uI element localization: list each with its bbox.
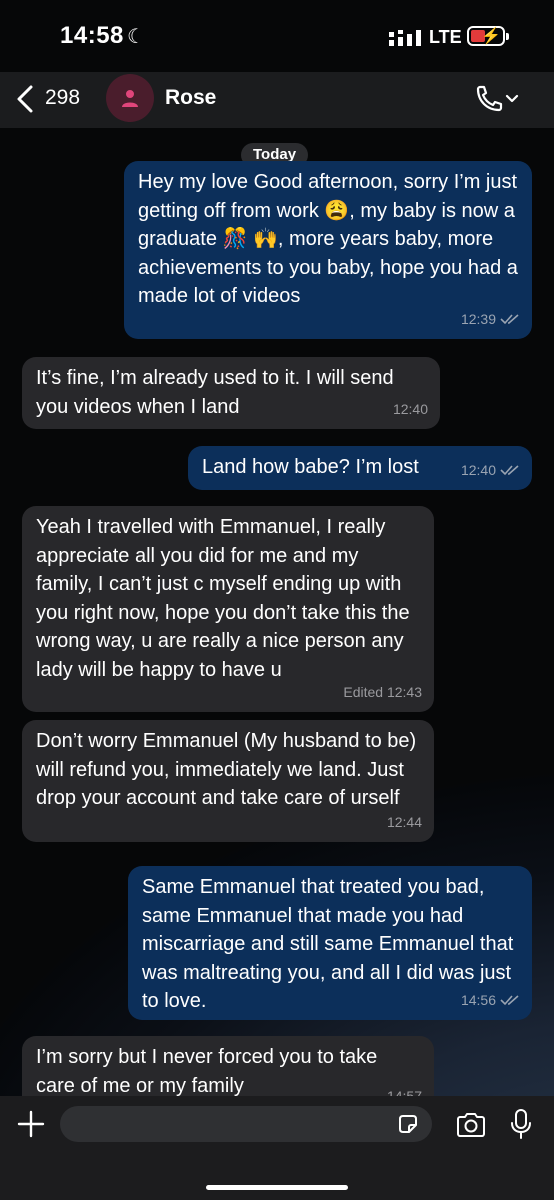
read-receipt-icon [500,995,519,1005]
message-outgoing[interactable]: Hey my love Good afternoon, sorry I’m ju… [124,161,532,339]
status-time: 14:58 [60,22,124,49]
message-input[interactable] [60,1106,432,1142]
back-unread-count[interactable]: 298 [45,86,80,110]
message-meta: 14:56 [461,986,520,1015]
message-meta: 12:44 [387,808,422,837]
focus-moon-icon: ☾ [127,26,145,48]
microphone-icon[interactable] [510,1108,532,1140]
person-icon [122,90,138,107]
network-type: LTE [429,27,462,47]
home-indicator [206,1185,348,1190]
phone-icon[interactable] [472,84,520,114]
message-text: Hey my love Good afternoon, sorry I’m ju… [138,171,518,307]
message-text: It’s fine, I’m already used to it. I wil… [36,367,394,418]
message-text: Same Emmanuel that treated you bad, same… [142,876,514,1012]
message-incoming[interactable]: Yeah I travelled with Emmanuel, I really… [22,506,434,712]
message-text: Land how babe? I’m lost [202,456,419,478]
message-time: 12:40 [460,461,496,478]
message-meta: 12:40 [461,456,520,485]
message-incoming[interactable]: It’s fine, I’m already used to it. I wil… [22,357,440,429]
message-text: Don’t worry Emmanuel (My husband to be) … [36,730,417,809]
message-meta: Edited 12:43 [343,678,422,707]
message-meta: 12:40 [393,395,428,424]
avatar[interactable] [106,74,154,122]
read-receipt-icon [500,314,519,324]
read-receipt-icon [500,465,519,475]
message-time: Edited 12:43 [343,683,422,700]
plus-icon[interactable] [16,1109,46,1139]
message-outgoing[interactable]: Same Emmanuel that treated you bad, same… [128,866,532,1020]
contact-name[interactable]: Rose [165,86,216,110]
message-text: I’m sorry but I never forced you to take… [36,1046,378,1097]
camera-icon[interactable] [455,1111,487,1139]
message-text: Yeah I travelled with Emmanuel, I really… [36,516,410,681]
chevron-left-icon[interactable] [14,84,38,114]
chat-header: 298 Rose [0,72,554,128]
message-time: 12:40 [392,400,428,417]
message-time: 14:56 [460,991,496,1008]
message-meta: 12:39 [461,305,520,334]
status-bar: 14:58 ☾ LTE ⚡ [0,0,554,72]
signal-icon [389,30,421,46]
message-incoming[interactable]: Don’t worry Emmanuel (My husband to be) … [22,720,434,842]
message-time: 12:39 [460,310,496,327]
message-outgoing[interactable]: Land how babe? I’m lost 12:40 [188,446,532,490]
sticker-icon[interactable] [396,1112,420,1136]
message-time: 12:44 [386,813,422,830]
battery-icon: ⚡ [467,26,509,46]
